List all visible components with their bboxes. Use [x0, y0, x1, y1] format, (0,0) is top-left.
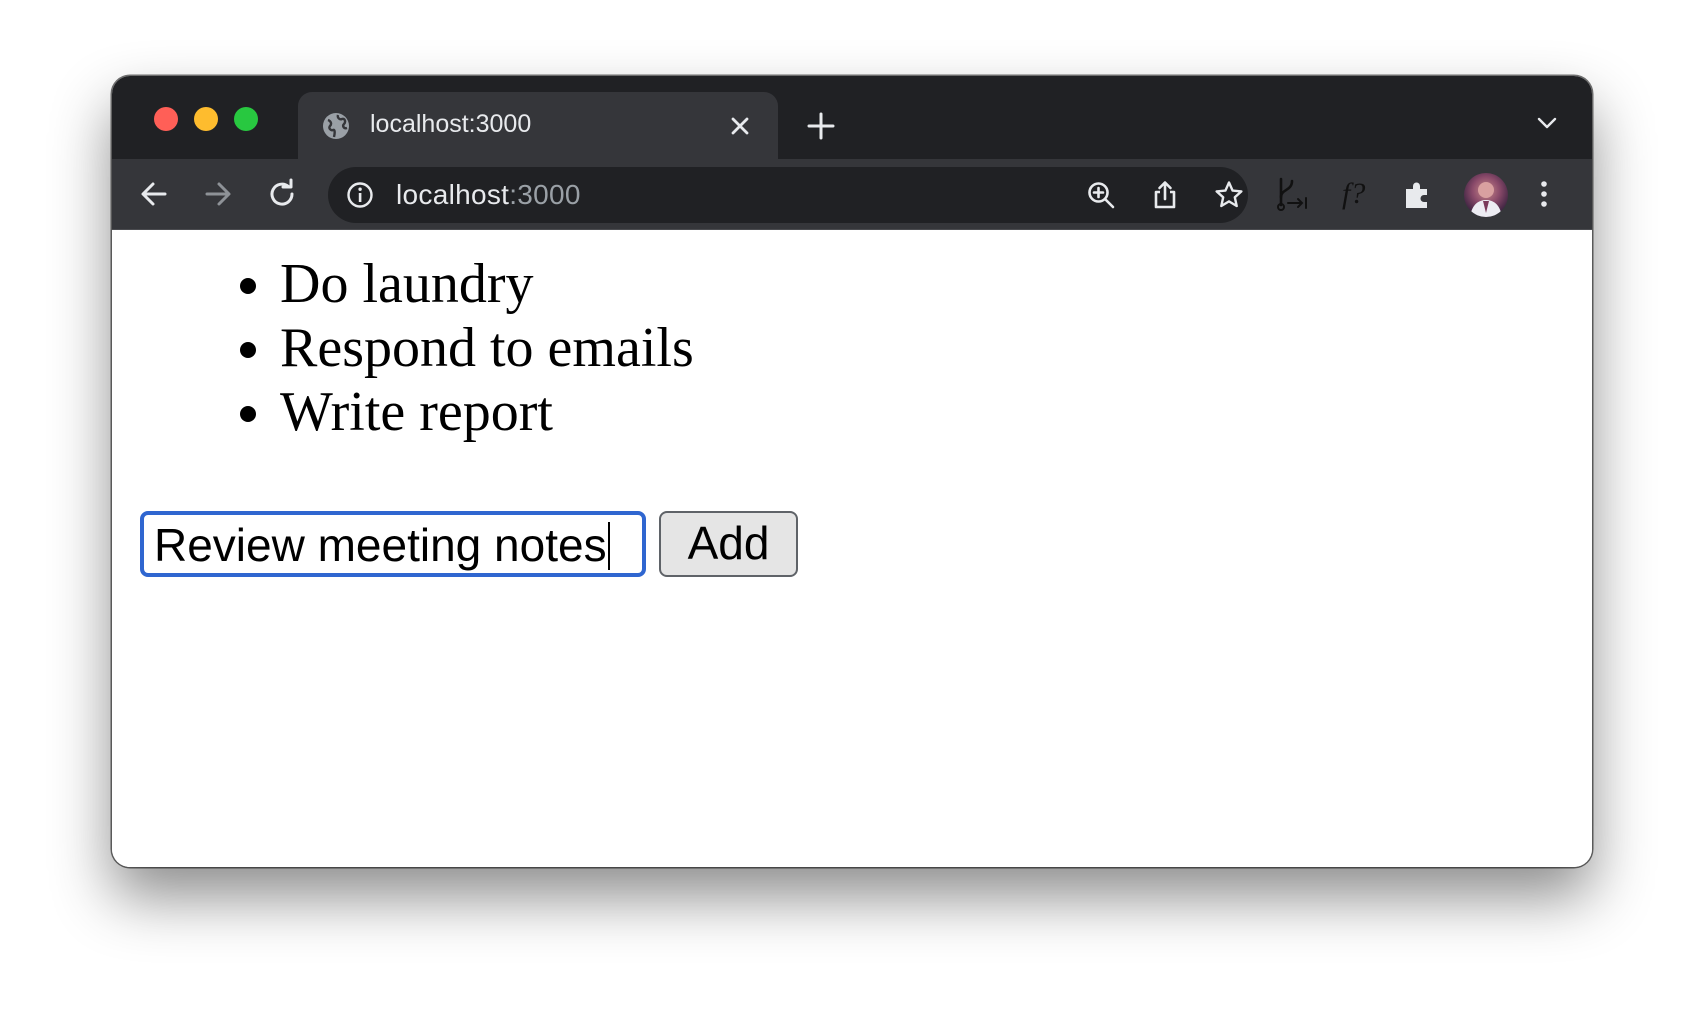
bullet-icon — [240, 406, 256, 422]
list-item: Write report — [240, 380, 694, 444]
url-host: localhost — [396, 179, 510, 210]
browser-window: localhost:3000 localhost:3000 f? Do laun… — [112, 76, 1592, 867]
tab-strip: localhost:3000 — [112, 76, 1592, 159]
url-port: :3000 — [509, 179, 581, 210]
puzzle-extensions-icon[interactable] — [1402, 178, 1434, 210]
tab-title: localhost:3000 — [370, 110, 532, 138]
add-button[interactable]: Add — [659, 511, 798, 577]
zoom-in-icon[interactable] — [1086, 180, 1116, 210]
kebab-menu-icon[interactable] — [1528, 178, 1560, 210]
todo-list: Do laundry Respond to emails Write repor… — [240, 252, 694, 444]
function-extension-icon[interactable]: f? — [1338, 175, 1376, 213]
close-icon[interactable] — [726, 112, 754, 140]
svg-text:f?: f? — [1342, 177, 1365, 210]
address-bar[interactable]: localhost:3000 — [328, 167, 1248, 223]
maximize-window-button[interactable] — [234, 107, 258, 131]
share-icon[interactable] — [1150, 180, 1180, 210]
new-todo-input[interactable]: Review meeting notes — [154, 519, 634, 571]
globe-icon — [323, 113, 349, 139]
minimize-window-button[interactable] — [194, 107, 218, 131]
todo-text: Do laundry — [280, 253, 534, 315]
new-todo-value: Review meeting notes — [154, 519, 607, 571]
list-item: Respond to emails — [240, 316, 694, 380]
new-todo-field[interactable]: Review meeting notes — [140, 511, 646, 577]
todo-text: Write report — [280, 381, 553, 443]
reload-icon[interactable] — [266, 178, 298, 210]
browser-toolbar: localhost:3000 f? — [112, 159, 1592, 230]
plus-icon[interactable] — [806, 111, 836, 141]
arrow-right-icon[interactable] — [202, 178, 234, 210]
chevron-down-icon[interactable] — [1536, 112, 1558, 134]
page-content: Do laundry Respond to emails Write repor… — [112, 230, 1592, 867]
arrow-left-icon[interactable] — [138, 178, 170, 210]
bullet-icon — [240, 278, 256, 294]
todo-text: Respond to emails — [280, 317, 694, 379]
avatar[interactable] — [1464, 173, 1508, 217]
bullet-icon — [240, 342, 256, 358]
url-text[interactable]: localhost:3000 — [396, 179, 581, 211]
browser-tab[interactable]: localhost:3000 — [298, 92, 778, 159]
close-window-button[interactable] — [154, 107, 178, 131]
star-icon[interactable] — [1214, 180, 1244, 210]
info-icon[interactable] — [346, 181, 374, 209]
text-caret — [607, 521, 610, 570]
list-item: Do laundry — [240, 252, 694, 316]
profile-photo — [1470, 182, 1502, 217]
git-branch-extension-icon[interactable] — [1274, 175, 1312, 213]
